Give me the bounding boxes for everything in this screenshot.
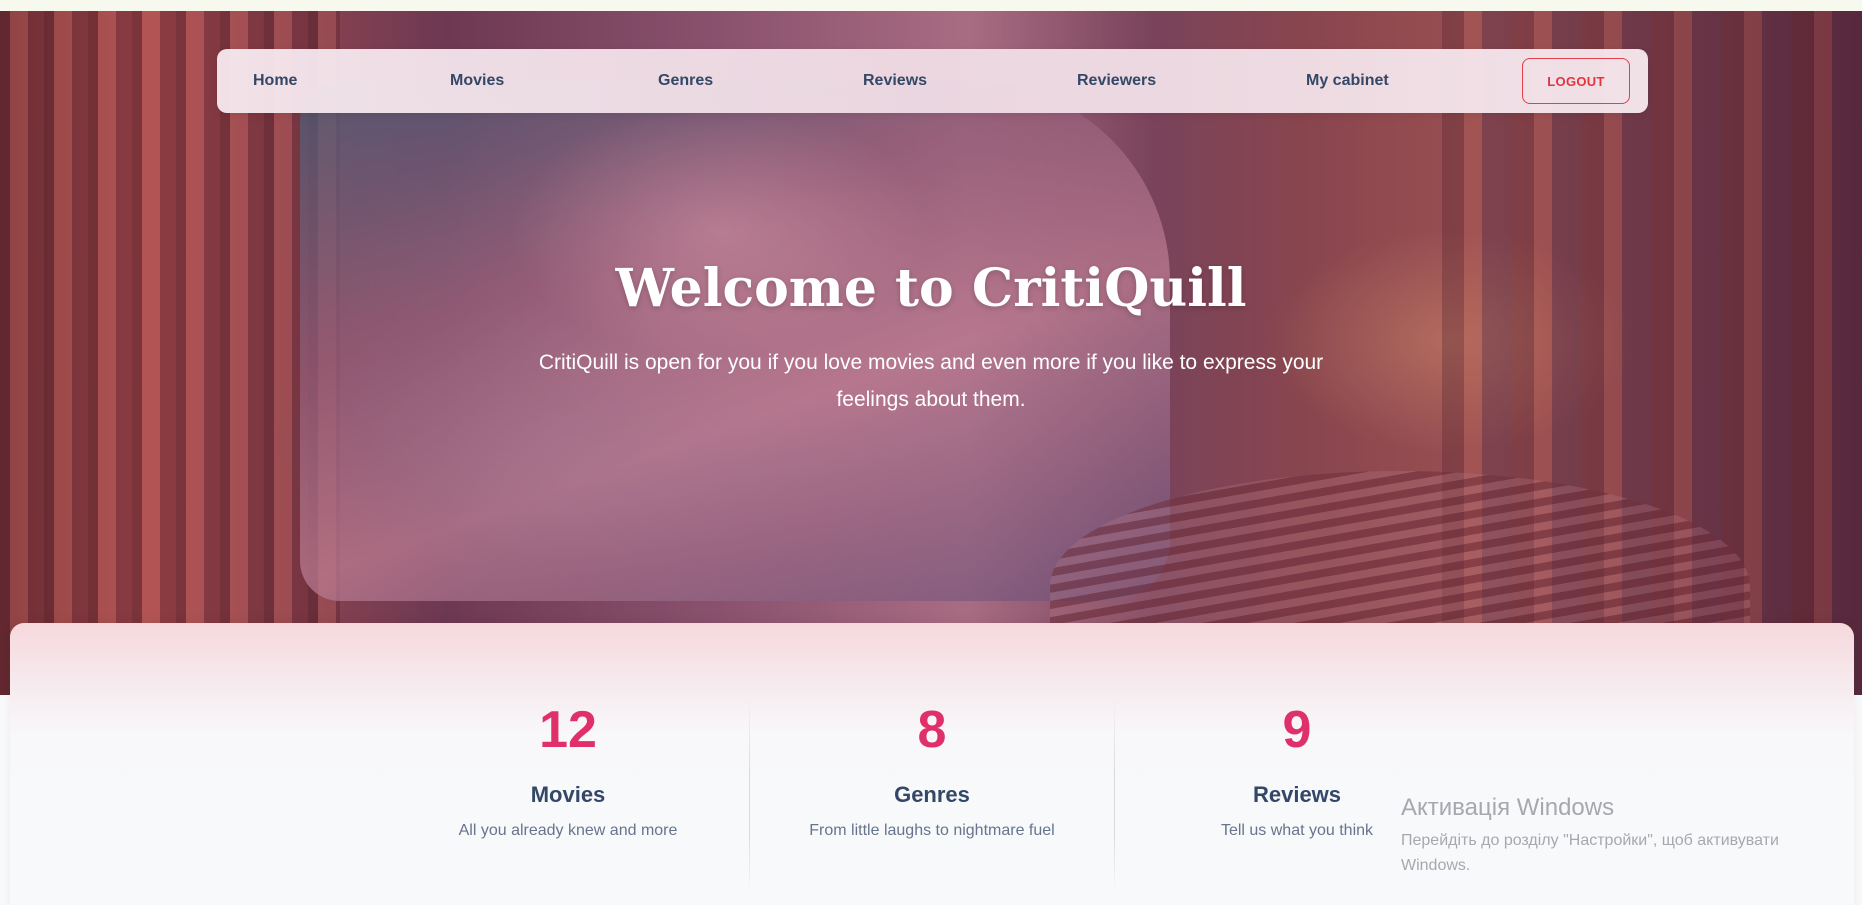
stat-genres: 8 Genres From little laughs to nightmare…	[750, 700, 1114, 840]
logout-button[interactable]: LOGOUT	[1522, 58, 1630, 104]
stat-number: 12	[539, 701, 597, 759]
nav-link-home[interactable]: Home	[253, 49, 297, 113]
stat-movies: 12 Movies All you already knew and more	[386, 700, 750, 840]
nav-link-movies[interactable]: Movies	[450, 49, 504, 113]
nav-link-my-cabinet[interactable]: My cabinet	[1306, 49, 1389, 113]
top-strip	[0, 0, 1862, 11]
hero-subtitle: CritiQuill is open for you if you love m…	[538, 351, 1324, 411]
stat-label: Movies	[530, 782, 606, 807]
stat-number: 8	[917, 701, 947, 759]
stat-description: All you already knew and more	[458, 822, 678, 839]
stat-description: From little laughs to nightmare fuel	[809, 822, 1055, 839]
stat-number: 9	[1282, 701, 1312, 759]
hero-title: Welcome to CritiQuill	[615, 258, 1247, 319]
windows-activation-watermark: Активація Windows Перейдіть до розділу "…	[1401, 794, 1841, 878]
watermark-title: Активація Windows	[1401, 794, 1615, 821]
stat-label: Genres	[894, 782, 970, 807]
watermark-text: Перейдіть до розділу "Настройки", щоб ак…	[1401, 832, 1779, 874]
nav-link-genres[interactable]: Genres	[658, 49, 713, 113]
nav-link-reviewers[interactable]: Reviewers	[1077, 49, 1156, 113]
main-navbar: Home Movies Genres Reviews Reviewers My …	[217, 49, 1648, 113]
hero-banner: Home Movies Genres Reviews Reviewers My …	[0, 11, 1862, 695]
nav-link-reviews[interactable]: Reviews	[863, 49, 927, 113]
